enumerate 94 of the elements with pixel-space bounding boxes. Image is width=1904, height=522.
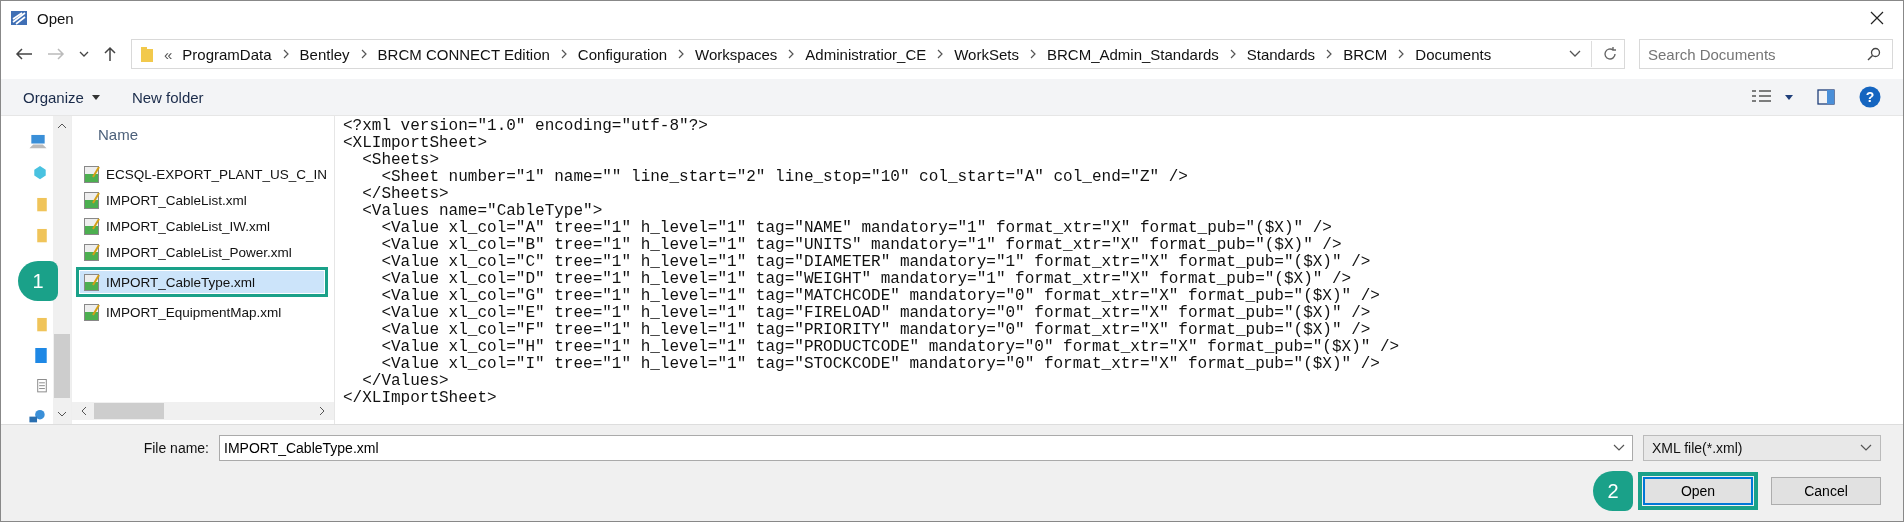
network-icon bbox=[29, 408, 47, 424]
code-line: <XLImportSheet> bbox=[343, 135, 489, 152]
breadcrumb[interactable]: BRCM bbox=[1343, 45, 1388, 63]
computer-icon bbox=[29, 134, 47, 150]
file-name-label: File name: bbox=[143, 440, 209, 456]
breadcrumb[interactable]: WorkSets bbox=[954, 45, 1019, 63]
chevron-right-icon bbox=[1228, 48, 1237, 60]
callout-badge: 2 bbox=[1593, 471, 1633, 511]
code-line: </XLImportSheet> bbox=[343, 390, 498, 407]
caret-icon[interactable] bbox=[1785, 94, 1793, 100]
preview-pane-icon[interactable] bbox=[1817, 89, 1835, 105]
code-line: </Values> bbox=[361, 373, 450, 390]
breadcrumb[interactable]: Bentley bbox=[299, 45, 350, 63]
folder-icon bbox=[37, 316, 47, 333]
scrollbar[interactable] bbox=[72, 402, 334, 420]
search-field[interactable]: Search Documents bbox=[1639, 39, 1893, 69]
search-icon bbox=[1867, 47, 1881, 61]
code-line: <Value xl_col="E" tree="1" h_level="1" tag="FIRELOAD" mandatory="0" format_xtr="X" format_pub="($X)" /> bbox=[380, 305, 1372, 322]
back-arrow-icon[interactable] bbox=[15, 47, 33, 61]
breadcrumb[interactable]: ProgramData bbox=[182, 45, 272, 63]
breadcrumb[interactable]: Documents bbox=[1415, 45, 1492, 63]
code-line: <Value xl_col="H" tree="1" h_level="1" tag="PRODUCTCODE" mandatory="0" format_xtr="X" format_pub="($X)" /> bbox=[380, 339, 1401, 356]
close-icon[interactable] bbox=[1869, 10, 1885, 26]
new-folder-button[interactable]: New folder bbox=[121, 84, 214, 110]
code-line: <Value xl_col="I" tree="1" h_level="1" tag="STOCKCODE" mandatory="0" format_xtr="X" format_pub="($X)" /> bbox=[380, 356, 1381, 373]
breadcrumb[interactable]: Configuration bbox=[577, 45, 668, 63]
xml-file-icon bbox=[84, 273, 100, 291]
file-name-field[interactable]: IMPORT_CableType.xml bbox=[219, 435, 1633, 461]
refresh-icon[interactable] bbox=[1602, 46, 1618, 62]
scroll-thumb[interactable] bbox=[94, 403, 164, 419]
chevron-right-icon bbox=[281, 48, 290, 60]
dropdown-chevron-icon bbox=[1860, 444, 1872, 452]
file-item[interactable]: ECSQL-EXPORT_PLANT_US_C_IN bbox=[80, 163, 324, 185]
code-line: <Value xl_col="F" tree="1" h_level="1" tag="PRIORITY" mandatory="0" format_xtr="X" format_pub="($X)" /> bbox=[380, 322, 1372, 339]
desktop-icon bbox=[35, 348, 47, 364]
chevron-right-icon bbox=[1029, 48, 1037, 60]
organize-menu[interactable]: Organize bbox=[13, 84, 110, 110]
code-line: <Values name="CableType"> bbox=[361, 203, 604, 220]
code-line: <Value xl_col="D" tree="1" h_level="1" tag="WEIGHT" mandatory="1" format_xtr="X" format_pub="($X)" /> bbox=[380, 271, 1353, 288]
chevron-right-icon bbox=[936, 48, 945, 60]
xml-file-icon bbox=[84, 243, 100, 261]
code-line: <Value xl_col="A" tree="1" h_level="1" tag="NAME" mandatory="1" format_xtr="X" format_pub="($X)" /> bbox=[380, 220, 1333, 237]
breadcrumb[interactable]: BRCM CONNECT Edition bbox=[377, 45, 550, 63]
scroll-left-icon[interactable] bbox=[80, 406, 88, 416]
file-item[interactable]: IMPORT_CableList_Power.xml bbox=[80, 241, 324, 263]
chevron-right-icon bbox=[677, 48, 686, 60]
scroll-thumb[interactable] bbox=[54, 334, 70, 398]
view-options-icon[interactable] bbox=[1751, 89, 1773, 105]
code-line: <Value xl_col="B" tree="1" h_level="1" tag="UNITS" mandatory="1" format_xtr="X" format_pub="($X)" /> bbox=[380, 237, 1343, 254]
app-logo-icon bbox=[9, 8, 29, 28]
scroll-right-icon[interactable] bbox=[318, 406, 326, 416]
chevron-right-icon bbox=[559, 48, 568, 60]
code-line: <Value xl_col="G" tree="1" h_level="1" tag="MATCHCODE" mandatory="0" format_xtr="X" format_pub="($X)" /> bbox=[380, 288, 1381, 305]
breadcrumb[interactable]: Workspaces bbox=[695, 45, 778, 63]
dropdown-chevron-icon[interactable] bbox=[1569, 50, 1581, 58]
callout-badge: 1 bbox=[18, 261, 58, 301]
chevron-right-icon bbox=[359, 48, 368, 60]
dropdown-chevron-icon[interactable] bbox=[1613, 444, 1625, 452]
name-column-header[interactable]: Name bbox=[72, 116, 334, 156]
help-icon[interactable]: ? bbox=[1859, 86, 1881, 108]
xml-file-icon bbox=[84, 303, 100, 321]
code-line: <Sheets> bbox=[361, 152, 440, 169]
address-bar[interactable]: « ProgramData Bentley BRCM CONNECT Edition Configuration Workspaces Administratior_CE WorkSets BRCM_Admin_Standards Standards BRCM Documents bbox=[131, 39, 1625, 69]
up-arrow-icon[interactable] bbox=[103, 46, 117, 62]
chevron-right-icon bbox=[1397, 48, 1406, 60]
window-title: Open bbox=[37, 9, 74, 27]
breadcrumb[interactable]: Administratior_CE bbox=[805, 45, 927, 63]
breadcrumb[interactable]: Standards bbox=[1246, 45, 1316, 63]
scroll-down-icon[interactable] bbox=[57, 410, 67, 418]
document-icon bbox=[37, 379, 47, 393]
chevron-down-icon[interactable] bbox=[79, 50, 89, 58]
chevron-right-icon bbox=[787, 48, 796, 60]
scrollbar[interactable] bbox=[53, 116, 71, 424]
file-item[interactable]: IMPORT_EquipmentMap.xml bbox=[80, 301, 324, 323]
xml-file-icon bbox=[84, 191, 100, 209]
folder-icon bbox=[37, 227, 47, 243]
scroll-up-icon[interactable] bbox=[57, 122, 67, 130]
folder-icon bbox=[37, 196, 47, 212]
code-line: <?xml version="1.0" encoding="utf-8"?> bbox=[343, 118, 709, 135]
file-type-dropdown[interactable]: XML file(*.xml) bbox=[1643, 435, 1881, 461]
file-item[interactable]: IMPORT_CableList_IW.xml bbox=[80, 215, 324, 237]
caret-icon bbox=[91, 94, 100, 100]
xml-file-icon bbox=[84, 217, 100, 235]
cube-icon bbox=[33, 165, 47, 181]
chevron-right-icon bbox=[1325, 48, 1334, 60]
code-line: <Value xl_col="C" tree="1" h_level="1" tag="DIAMETER" mandatory="1" format_xtr="X" format_pub="($X)" /> bbox=[380, 254, 1372, 271]
overflow-crumb[interactable]: « bbox=[164, 45, 173, 63]
code-line: <Sheet number="1" name="" line_start="2" line_stop="10" col_start="A" col_end="Z" /> bbox=[380, 169, 1189, 186]
cancel-button[interactable]: Cancel bbox=[1771, 477, 1881, 505]
folder-icon bbox=[140, 45, 154, 63]
file-item[interactable]: IMPORT_CableList.xml bbox=[80, 189, 324, 211]
breadcrumb[interactable]: BRCM_Admin_Standards bbox=[1047, 45, 1219, 63]
code-line: </Sheets> bbox=[361, 186, 450, 203]
xml-file-icon bbox=[84, 165, 100, 183]
